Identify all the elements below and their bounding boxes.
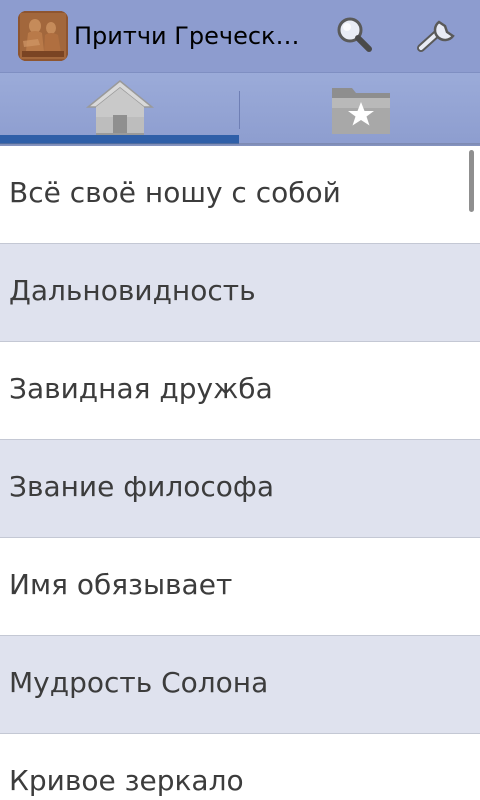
- list-item-label: Имя обязывает: [9, 568, 233, 601]
- list-item[interactable]: Завидная дружба: [0, 342, 480, 440]
- search-button[interactable]: [326, 8, 382, 64]
- settings-button[interactable]: [410, 8, 466, 64]
- list-item-label: Кривое зеркало: [9, 764, 244, 797]
- list-item[interactable]: Всё своё ношу с собой: [0, 146, 480, 244]
- list-item[interactable]: Мудрость Солона: [0, 636, 480, 734]
- tab-divider: [239, 91, 240, 129]
- action-bar: Притчи Греческ…: [0, 0, 480, 72]
- tab-bar: [0, 72, 480, 146]
- list-item-label: Завидная дружба: [9, 372, 273, 405]
- app-title: Притчи Греческ…: [74, 22, 300, 50]
- list-item[interactable]: Звание философа: [0, 440, 480, 538]
- list-item[interactable]: Кривое зеркало: [0, 734, 480, 800]
- list-item-label: Звание философа: [9, 470, 275, 503]
- list-item-label: Мудрость Солона: [9, 666, 269, 699]
- list-scrollbar[interactable]: [469, 150, 474, 212]
- home-icon: [84, 77, 156, 143]
- list-item[interactable]: Имя обязывает: [0, 538, 480, 636]
- list-item[interactable]: Дальновидность: [0, 244, 480, 342]
- tab-favorites[interactable]: [241, 73, 480, 146]
- wrench-icon: [415, 14, 461, 58]
- search-icon: [334, 14, 374, 58]
- list-item-label: Дальновидность: [9, 274, 256, 307]
- favorites-folder-icon: [328, 78, 394, 142]
- app-logo-icon[interactable]: [18, 11, 68, 61]
- list-item-label: Всё своё ношу с собой: [9, 176, 341, 209]
- app-screen: Притчи Греческ… Всё своё ношу с собой Да…: [0, 0, 480, 800]
- parables-list[interactable]: Всё своё ношу с собой Дальновидность Зав…: [0, 146, 480, 800]
